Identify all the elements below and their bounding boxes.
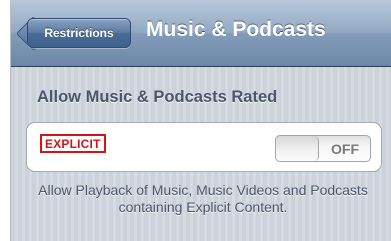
toggle-state-label: OFF bbox=[331, 140, 359, 157]
settings-screen: Restrictions Music & Podcasts Allow Musi… bbox=[10, 0, 391, 241]
back-button-restrictions[interactable]: Restrictions bbox=[27, 18, 131, 48]
navigation-bar: Restrictions Music & Podcasts bbox=[11, 0, 391, 67]
toggle-knob[interactable] bbox=[276, 136, 319, 161]
section-footer-description: Allow Playback of Music, Music Videos an… bbox=[38, 182, 368, 215]
page-title: Music & Podcasts bbox=[146, 18, 326, 41]
explicit-toggle-switch[interactable]: OFF bbox=[275, 135, 371, 162]
back-button-label: Restrictions bbox=[44, 26, 114, 40]
section-header: Allow Music & Podcasts Rated bbox=[37, 88, 278, 106]
explicit-badge: EXPLICIT bbox=[40, 134, 106, 153]
explicit-setting-row: EXPLICIT OFF bbox=[26, 122, 382, 172]
